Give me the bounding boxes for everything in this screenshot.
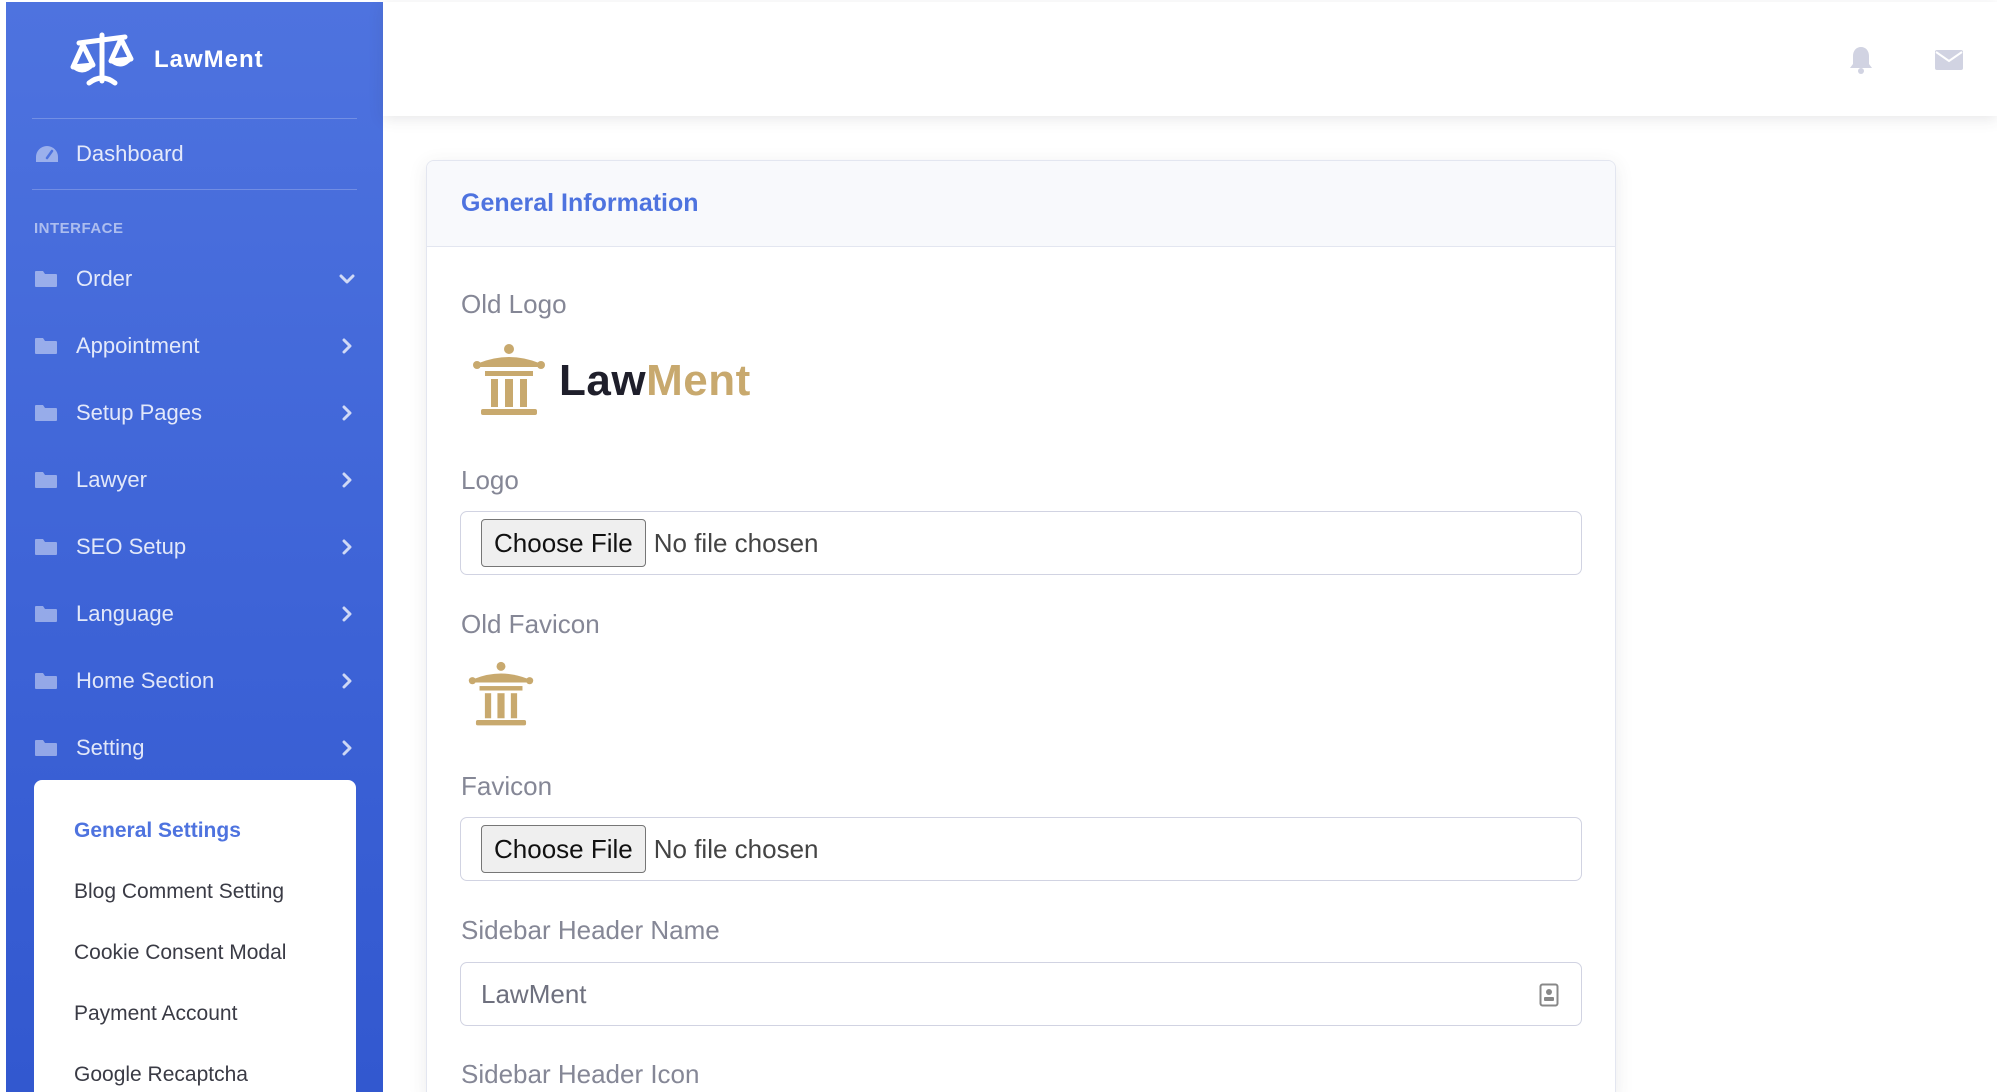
sidebar-heading: INTERFACE [34, 220, 124, 237]
old-logo-wordmark: LawMent [559, 356, 751, 405]
chevron-right-icon [339, 740, 355, 756]
favicon-file-status: No file chosen [653, 833, 819, 864]
sidebar-item-label: Language [76, 600, 174, 626]
chevron-right-icon [339, 405, 355, 421]
sidebar-item-setup-pages[interactable]: Setup Pages [6, 379, 383, 446]
sidebar-item-label: Setting [76, 734, 145, 760]
folder-icon [34, 470, 60, 490]
logo-label: Logo [461, 465, 519, 495]
bell-icon[interactable] [1845, 44, 1877, 76]
folder-icon [34, 671, 60, 691]
sidebar: LawMent Dashboard INTERFACE Order Appoint… [6, 2, 383, 1092]
folder-icon [34, 269, 60, 289]
sidebar-item-label: Dashboard [76, 141, 184, 166]
folder-icon [34, 537, 60, 557]
card-title: General Information [461, 189, 699, 217]
brand-name: LawMent [154, 46, 264, 73]
sidebar-item-dashboard[interactable]: Dashboard [6, 119, 383, 189]
logo-file-input[interactable]: Choose File No file chosen [460, 511, 1582, 575]
sidebar-item-label: SEO Setup [76, 533, 187, 559]
page: LawMent Dashboard INTERFACE Order Appoint… [0, 0, 1997, 1092]
sidebar-item-label: Home Section [76, 667, 215, 693]
sidebar-item-appointment[interactable]: Appointment [6, 312, 383, 379]
pillar-logo-icon [473, 344, 545, 415]
favicon-label: Favicon [461, 771, 553, 801]
scales-icon [66, 27, 138, 93]
sidebar-brand[interactable]: LawMent [6, 2, 383, 118]
chevron-right-icon [339, 472, 355, 488]
folder-icon [34, 738, 60, 758]
chevron-right-icon [339, 539, 355, 555]
folder-icon [34, 403, 60, 423]
folder-icon [34, 336, 60, 356]
sidebar-item-home-section[interactable]: Home Section [6, 647, 383, 714]
old-logo-image: LawMent [471, 343, 751, 419]
sidebar-header-name-value: LawMent [481, 978, 587, 1009]
card-header: General Information [427, 161, 1615, 247]
sidebar-item-seo-setup[interactable]: SEO Setup [6, 513, 383, 580]
chevron-right-icon [339, 673, 355, 689]
submenu-item-blog-comment-setting[interactable]: Blog Comment Setting [34, 861, 356, 922]
tachometer-icon [34, 144, 60, 164]
sidebar-item-label: Lawyer [76, 466, 147, 492]
submenu-item-payment-account[interactable]: Payment Account [34, 983, 356, 1044]
sidebar-item-order[interactable]: Order [6, 245, 383, 312]
old-favicon-image [467, 661, 535, 734]
favicon-choose-file-button[interactable]: Choose File [481, 825, 646, 873]
logo-choose-file-button[interactable]: Choose File [481, 519, 646, 567]
chevron-down-icon [339, 271, 355, 287]
submenu-item-cookie-consent-modal[interactable]: Cookie Consent Modal [34, 922, 356, 983]
sidebar-header-icon-label: Sidebar Header Icon [461, 1059, 700, 1089]
sidebar-item-label: Order [76, 265, 133, 291]
envelope-icon[interactable] [1933, 44, 1965, 76]
folder-icon [34, 604, 60, 624]
old-logo-label: Old Logo [461, 289, 567, 319]
topbar [383, 2, 1997, 116]
old-favicon-label: Old Favicon [461, 609, 600, 639]
chevron-right-icon [339, 606, 355, 622]
sidebar-item-language[interactable]: Language [6, 580, 383, 647]
submenu-item-general-settings[interactable]: General Settings [34, 800, 356, 861]
general-info-card: General Information Old Logo LawMent Log… [426, 160, 1616, 1092]
sidebar-item-lawyer[interactable]: Lawyer [6, 446, 383, 513]
logo-file-status: No file chosen [653, 527, 819, 558]
pillar-favicon-icon [468, 661, 534, 726]
sidebar-item-label: Setup Pages [76, 399, 202, 425]
sidebar-header-name-label: Sidebar Header Name [461, 915, 720, 945]
submenu-item-google-recaptcha[interactable]: Google Recaptcha [34, 1044, 356, 1092]
sidebar-header-name-input[interactable]: LawMent [460, 962, 1582, 1026]
sidebar-item-label: Appointment [76, 332, 200, 358]
favicon-file-input[interactable]: Choose File No file chosen [460, 817, 1582, 881]
contact-card-icon[interactable] [1539, 983, 1559, 1007]
sidebar-item-setting[interactable]: Setting [6, 714, 383, 781]
chevron-right-icon [339, 338, 355, 354]
setting-submenu: General Settings Blog Comment Setting Cook… [34, 780, 356, 1092]
